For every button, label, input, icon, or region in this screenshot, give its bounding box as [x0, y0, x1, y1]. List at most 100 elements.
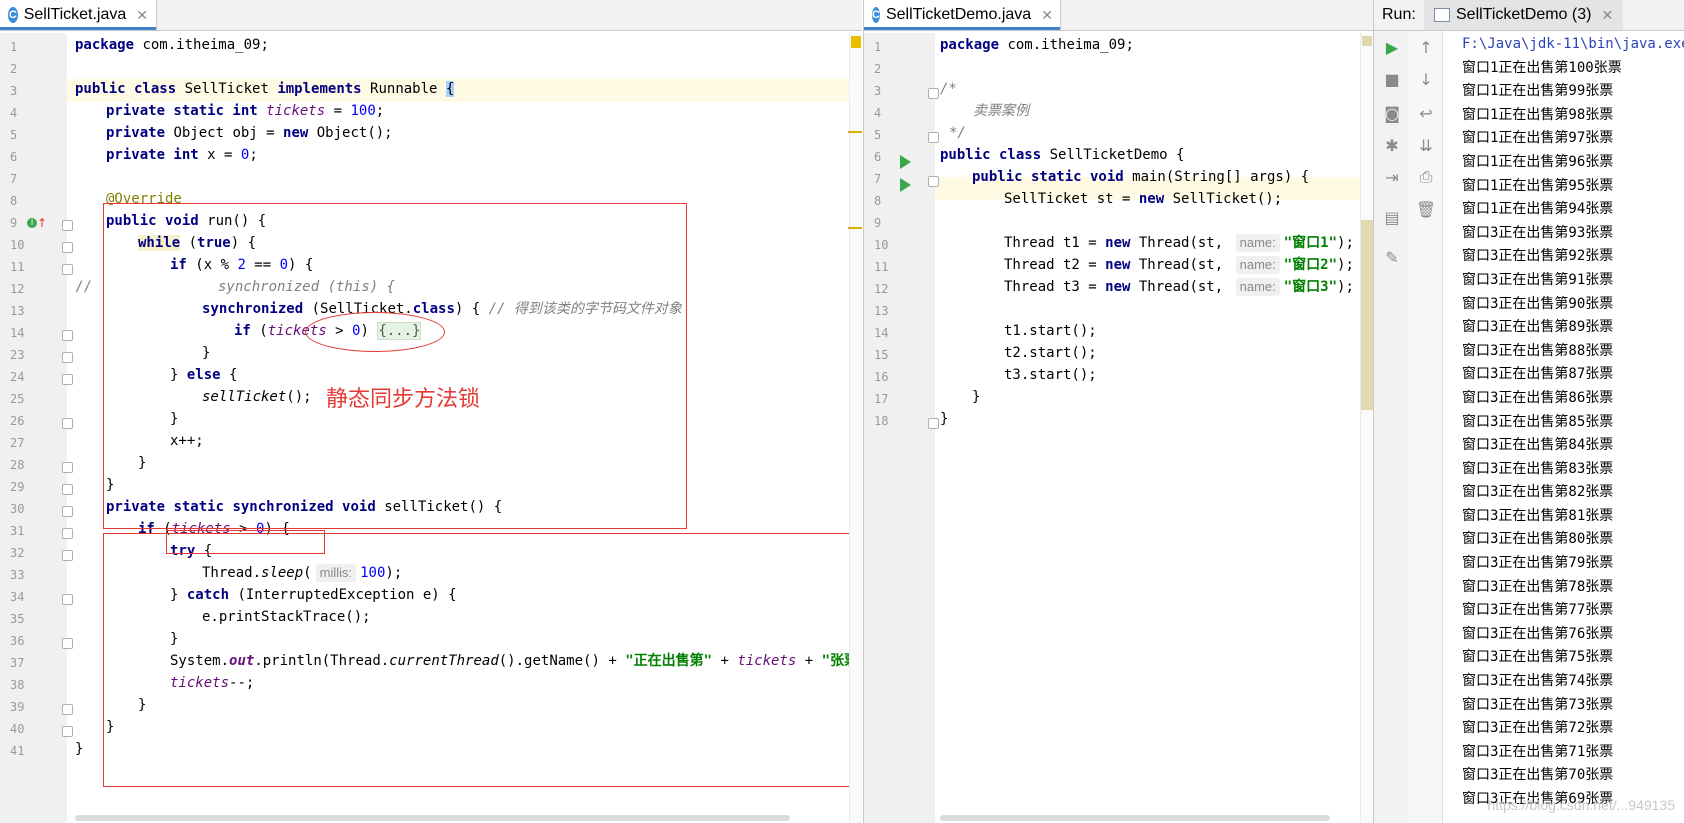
code-line-11[interactable]: Thread t2 = new Thread(st, name: "窗口2");	[1004, 254, 1354, 277]
code-line-5[interactable]: */	[949, 122, 966, 145]
line-number: 4	[874, 106, 882, 120]
fold-icon[interactable]	[62, 506, 73, 517]
fold-icon[interactable]	[62, 484, 73, 495]
code-line-40[interactable]: }	[106, 716, 114, 739]
code-line-7[interactable]: public static void main(String[] args) {	[972, 166, 1309, 189]
stop-icon[interactable]: ■	[1382, 69, 1402, 89]
code-line-39[interactable]: }	[138, 694, 146, 717]
code-line-3[interactable]: public class SellTicket implements Runna…	[75, 78, 455, 101]
fold-icon[interactable]	[62, 726, 73, 737]
scroll-thumb[interactable]	[1361, 220, 1373, 410]
fold-icon[interactable]	[62, 242, 73, 253]
fold-icon[interactable]	[928, 132, 939, 143]
code-line-32[interactable]: try {	[170, 540, 212, 563]
code-line-30[interactable]: private static synchronized void sellTic…	[106, 496, 502, 519]
run-icon[interactable]: ▶	[1382, 37, 1402, 57]
fold-icon[interactable]	[928, 176, 939, 187]
up-arrow-icon[interactable]: ↑	[1416, 37, 1436, 57]
fold-icon[interactable]	[62, 352, 73, 363]
code-line-1[interactable]: package com.itheima_09;	[940, 34, 1134, 57]
code-line-3[interactable]: /*	[940, 78, 957, 101]
override-gutter-icon[interactable]: I	[27, 218, 37, 228]
run-tab[interactable]: SellTicketDemo (3) ✕	[1424, 0, 1624, 30]
code-line-11[interactable]: if (x % 2 == 0) {	[170, 254, 313, 277]
fold-icon[interactable]	[62, 550, 73, 561]
layout-icon[interactable]: ▤	[1382, 207, 1402, 227]
fold-icon[interactable]	[62, 638, 73, 649]
fold-icon[interactable]	[62, 704, 73, 715]
run-gutter-icon[interactable]	[900, 178, 911, 192]
code-line-5[interactable]: private Object obj = new Object();	[106, 122, 393, 145]
exit-icon[interactable]: ⇥	[1382, 167, 1402, 187]
vertical-scrollbar[interactable]	[848, 33, 862, 823]
code-line-9[interactable]: public void run() {	[106, 210, 266, 233]
fold-icon[interactable]	[62, 594, 73, 605]
code-line-4[interactable]: private static int tickets = 100;	[106, 100, 384, 123]
code-line-12[interactable]: Thread t3 = new Thread(st, name: "窗口3");	[1004, 276, 1354, 299]
code-line-31[interactable]: if (tickets > 0) {	[138, 518, 290, 541]
console-output[interactable]: F:\Java\jdk-11\bin\java.exe 窗口1正在出售第100张票…	[1462, 33, 1684, 812]
vertical-scrollbar[interactable]	[1360, 33, 1373, 823]
console-line: 窗口3正在出售第76张票	[1462, 625, 1614, 642]
code-line-6[interactable]: public class SellTicketDemo {	[940, 144, 1184, 167]
status-marker[interactable]	[1362, 36, 1372, 46]
code-line-15[interactable]: t2.start();	[1004, 342, 1097, 365]
code-line-8[interactable]: @Override	[106, 188, 182, 211]
code-line-23[interactable]: }	[202, 342, 210, 365]
fold-icon[interactable]	[62, 374, 73, 385]
code-line-8[interactable]: SellTicket st = new SellTicket();	[1004, 188, 1282, 211]
fold-icon[interactable]	[62, 330, 73, 341]
code-line-10[interactable]: while (true) {	[138, 232, 256, 255]
code-line-25[interactable]: sellTicket();	[202, 386, 312, 409]
tab-sellticketdemo-java[interactable]: C SellTicketDemo.java ✕	[864, 0, 1061, 30]
code-line-6[interactable]: private int x = 0;	[106, 144, 258, 167]
code-line-17[interactable]: }	[972, 386, 980, 409]
code-line-27[interactable]: x++;	[170, 430, 204, 453]
code-line-35[interactable]: e.printStackTrace();	[202, 606, 371, 629]
fold-icon[interactable]	[928, 418, 939, 429]
code-line-4[interactable]: 卖票案例	[973, 100, 1029, 123]
fold-icon[interactable]	[62, 220, 73, 231]
code-line-14[interactable]: if (tickets > 0) {...}	[234, 320, 422, 343]
code-line-1[interactable]: package com.itheima_09;	[75, 34, 269, 57]
scroll-to-end-icon[interactable]: ⇊	[1416, 135, 1436, 155]
close-icon[interactable]: ✕	[136, 7, 148, 24]
code-line-37[interactable]: System.out.println(Thread.currentThread(…	[170, 650, 862, 673]
code-line-13[interactable]: synchronized (SellTicket.class) { // 得到该…	[202, 298, 682, 321]
warning-marker[interactable]	[851, 36, 861, 48]
code-line-41[interactable]: }	[75, 738, 83, 761]
code-line-36[interactable]: }	[170, 628, 178, 651]
print-icon[interactable]: ⎙	[1416, 167, 1436, 187]
code-line-14[interactable]: t1.start();	[1004, 320, 1097, 343]
tab-sellticket-java[interactable]: C SellTicket.java ✕	[0, 0, 157, 30]
code-line-38[interactable]: tickets--;	[170, 672, 254, 695]
code-line-16[interactable]: t3.start();	[1004, 364, 1097, 387]
run-title: Run:	[1382, 6, 1416, 23]
down-arrow-icon[interactable]: ↓	[1416, 69, 1436, 89]
code-line-18[interactable]: }	[940, 408, 948, 431]
debug-icon[interactable]: ✱	[1382, 135, 1402, 155]
horizontal-scrollbar[interactable]	[75, 815, 790, 821]
fold-icon[interactable]	[62, 528, 73, 539]
code-line-12[interactable]: synchronized (this) {	[218, 276, 395, 299]
run-gutter-icon[interactable]	[900, 155, 911, 169]
code-line-24[interactable]: } else {	[170, 364, 237, 387]
close-icon[interactable]: ✕	[1601, 7, 1613, 24]
horizontal-scrollbar[interactable]	[940, 815, 1330, 821]
code-line-28[interactable]: }	[138, 452, 146, 475]
trash-icon[interactable]: 🗑	[1416, 199, 1436, 219]
soft-wrap-icon[interactable]: ↩	[1416, 103, 1436, 123]
camera-icon[interactable]: ◙	[1382, 103, 1402, 123]
fold-icon[interactable]	[62, 462, 73, 473]
fold-icon[interactable]	[62, 264, 73, 275]
fold-icon[interactable]	[62, 418, 73, 429]
fold-icon[interactable]	[928, 88, 939, 99]
pin-icon[interactable]: ✎	[1382, 247, 1402, 267]
code-line-10[interactable]: Thread t1 = new Thread(st, name: "窗口1");	[1004, 232, 1354, 255]
code-line-12-slashes[interactable]: //	[75, 276, 92, 299]
code-line-29[interactable]: }	[106, 474, 114, 497]
close-icon[interactable]: ✕	[1041, 7, 1053, 24]
code-line-33[interactable]: Thread.sleep(millis: 100);	[202, 562, 402, 585]
code-line-26[interactable]: }	[170, 408, 178, 431]
code-line-34[interactable]: } catch (InterruptedException e) {	[170, 584, 457, 607]
